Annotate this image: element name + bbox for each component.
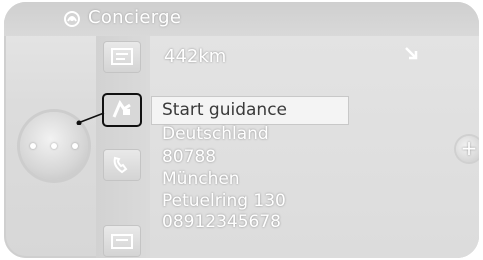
display-screen: Concierge 442km Start guidance Deutschla… (4, 2, 479, 258)
phone-number-text: 08912345678 (162, 212, 281, 232)
country-text: Deutschland (162, 124, 269, 144)
street-text: Petuelring 130 (162, 191, 286, 211)
start-guidance-button[interactable] (104, 95, 140, 125)
contact-button[interactable] (104, 42, 140, 72)
postcode-text: 80788 (162, 147, 217, 167)
distance-value: 442km (164, 46, 227, 67)
knob-left-dot (30, 143, 36, 149)
call-button[interactable] (104, 150, 140, 180)
page-title: Concierge (88, 7, 182, 28)
city-text: München (162, 169, 240, 189)
start-guidance-item[interactable]: Start guidance (162, 100, 287, 120)
pointer-line (76, 110, 106, 126)
plus-button[interactable]: + (456, 136, 479, 162)
arrow-down-right-icon (402, 44, 420, 62)
message-button[interactable] (104, 226, 140, 256)
knob-center-dot (51, 143, 57, 149)
knob-right-dot (72, 143, 78, 149)
concierge-icon (62, 9, 82, 29)
